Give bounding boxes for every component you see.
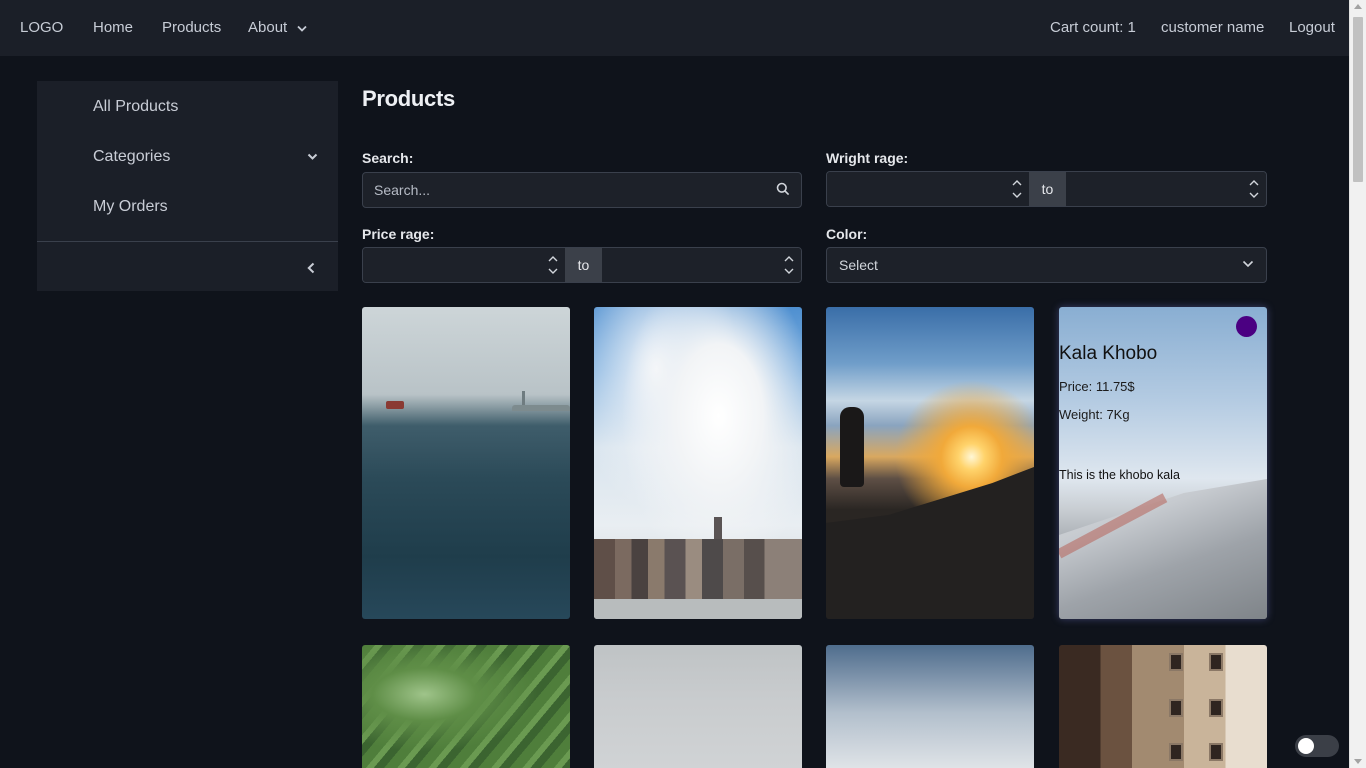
nav-about-dropdown[interactable]: About <box>248 19 308 36</box>
product-card[interactable] <box>362 645 570 768</box>
ship-graphic <box>386 401 404 409</box>
person-graphic <box>840 407 864 487</box>
page-title: Products <box>362 86 455 111</box>
color-label: Color: <box>826 226 868 242</box>
number-spinner-icon[interactable] <box>1248 177 1260 201</box>
product-card-hovered[interactable]: Kala Khobo Price: 11.75$ Weight: 7Kg Thi… <box>1059 307 1267 619</box>
scroll-down-icon[interactable] <box>1354 759 1362 764</box>
window-graphic <box>1169 653 1183 671</box>
search-icon[interactable] <box>776 182 790 196</box>
island-graphic <box>512 405 570 411</box>
window-graphic <box>1209 743 1223 761</box>
weight-range-label: Wright rage: <box>826 150 909 166</box>
product-name: Kala Khobo <box>1059 343 1158 364</box>
toggle-knob <box>1298 738 1314 754</box>
logo[interactable]: LOGO <box>20 19 63 36</box>
tower-graphic <box>714 517 722 539</box>
sidebar-item-all-products[interactable]: All Products <box>93 98 178 116</box>
page-scrollbar[interactable] <box>1349 0 1366 768</box>
product-card[interactable] <box>594 645 802 768</box>
price-to-separator: to <box>565 248 602 282</box>
price-from-input[interactable] <box>363 248 565 282</box>
weight-to-separator: to <box>1029 172 1066 206</box>
search-input[interactable] <box>362 172 802 208</box>
search-label: Search: <box>362 150 414 166</box>
product-description: This is the khobo kala <box>1059 468 1180 482</box>
product-color-swatch <box>1236 316 1257 337</box>
number-spinner-icon[interactable] <box>783 253 795 277</box>
sidebar: All Products Categories My Orders <box>37 81 338 291</box>
chevron-down-icon[interactable] <box>307 153 318 161</box>
sidebar-item-my-orders[interactable]: My Orders <box>93 198 168 216</box>
nav-products-link[interactable]: Products <box>162 19 221 36</box>
sidebar-divider <box>37 241 338 242</box>
color-select[interactable]: Select <box>826 247 1267 283</box>
window-graphic <box>1169 743 1183 761</box>
chevron-down-icon <box>1242 260 1254 268</box>
product-weight: Weight: 7Kg <box>1059 407 1130 422</box>
product-card[interactable] <box>594 307 802 619</box>
price-range: to <box>362 247 802 283</box>
collapse-sidebar-icon[interactable] <box>307 262 315 274</box>
weight-from-input[interactable] <box>827 172 1029 206</box>
weight-range: to <box>826 171 1267 207</box>
user-name[interactable]: customer name <box>1161 19 1264 36</box>
window-graphic <box>1169 699 1183 717</box>
color-select-value: Select <box>839 257 878 273</box>
cart-count[interactable]: Cart count: 1 <box>1050 19 1136 36</box>
number-spinner-icon[interactable] <box>1011 177 1023 201</box>
product-card[interactable] <box>362 307 570 619</box>
weight-to-input[interactable] <box>1066 172 1266 206</box>
logout-link[interactable]: Logout <box>1289 19 1335 36</box>
price-range-label: Price rage: <box>362 226 435 242</box>
product-card[interactable] <box>826 307 1034 619</box>
scroll-thumb[interactable] <box>1353 17 1363 182</box>
sidebar-item-categories[interactable]: Categories <box>93 148 170 166</box>
skyline-graphic <box>594 539 802 599</box>
water-graphic <box>594 599 802 619</box>
chevron-down-icon <box>297 25 308 32</box>
theme-toggle[interactable] <box>1295 735 1339 757</box>
scroll-up-icon[interactable] <box>1354 4 1362 9</box>
number-spinner-icon[interactable] <box>547 253 559 277</box>
window-graphic <box>1209 699 1223 717</box>
price-to-input[interactable] <box>602 248 801 282</box>
product-card[interactable] <box>1059 645 1267 768</box>
product-price: Price: 11.75$ <box>1059 379 1135 394</box>
product-card[interactable] <box>826 645 1034 768</box>
window-graphic <box>1209 653 1223 671</box>
nav-about-label: About <box>248 19 288 36</box>
nav-home-link[interactable]: Home <box>93 19 133 36</box>
top-navbar: LOGO Home Products About Cart count: 1 c… <box>0 0 1349 56</box>
